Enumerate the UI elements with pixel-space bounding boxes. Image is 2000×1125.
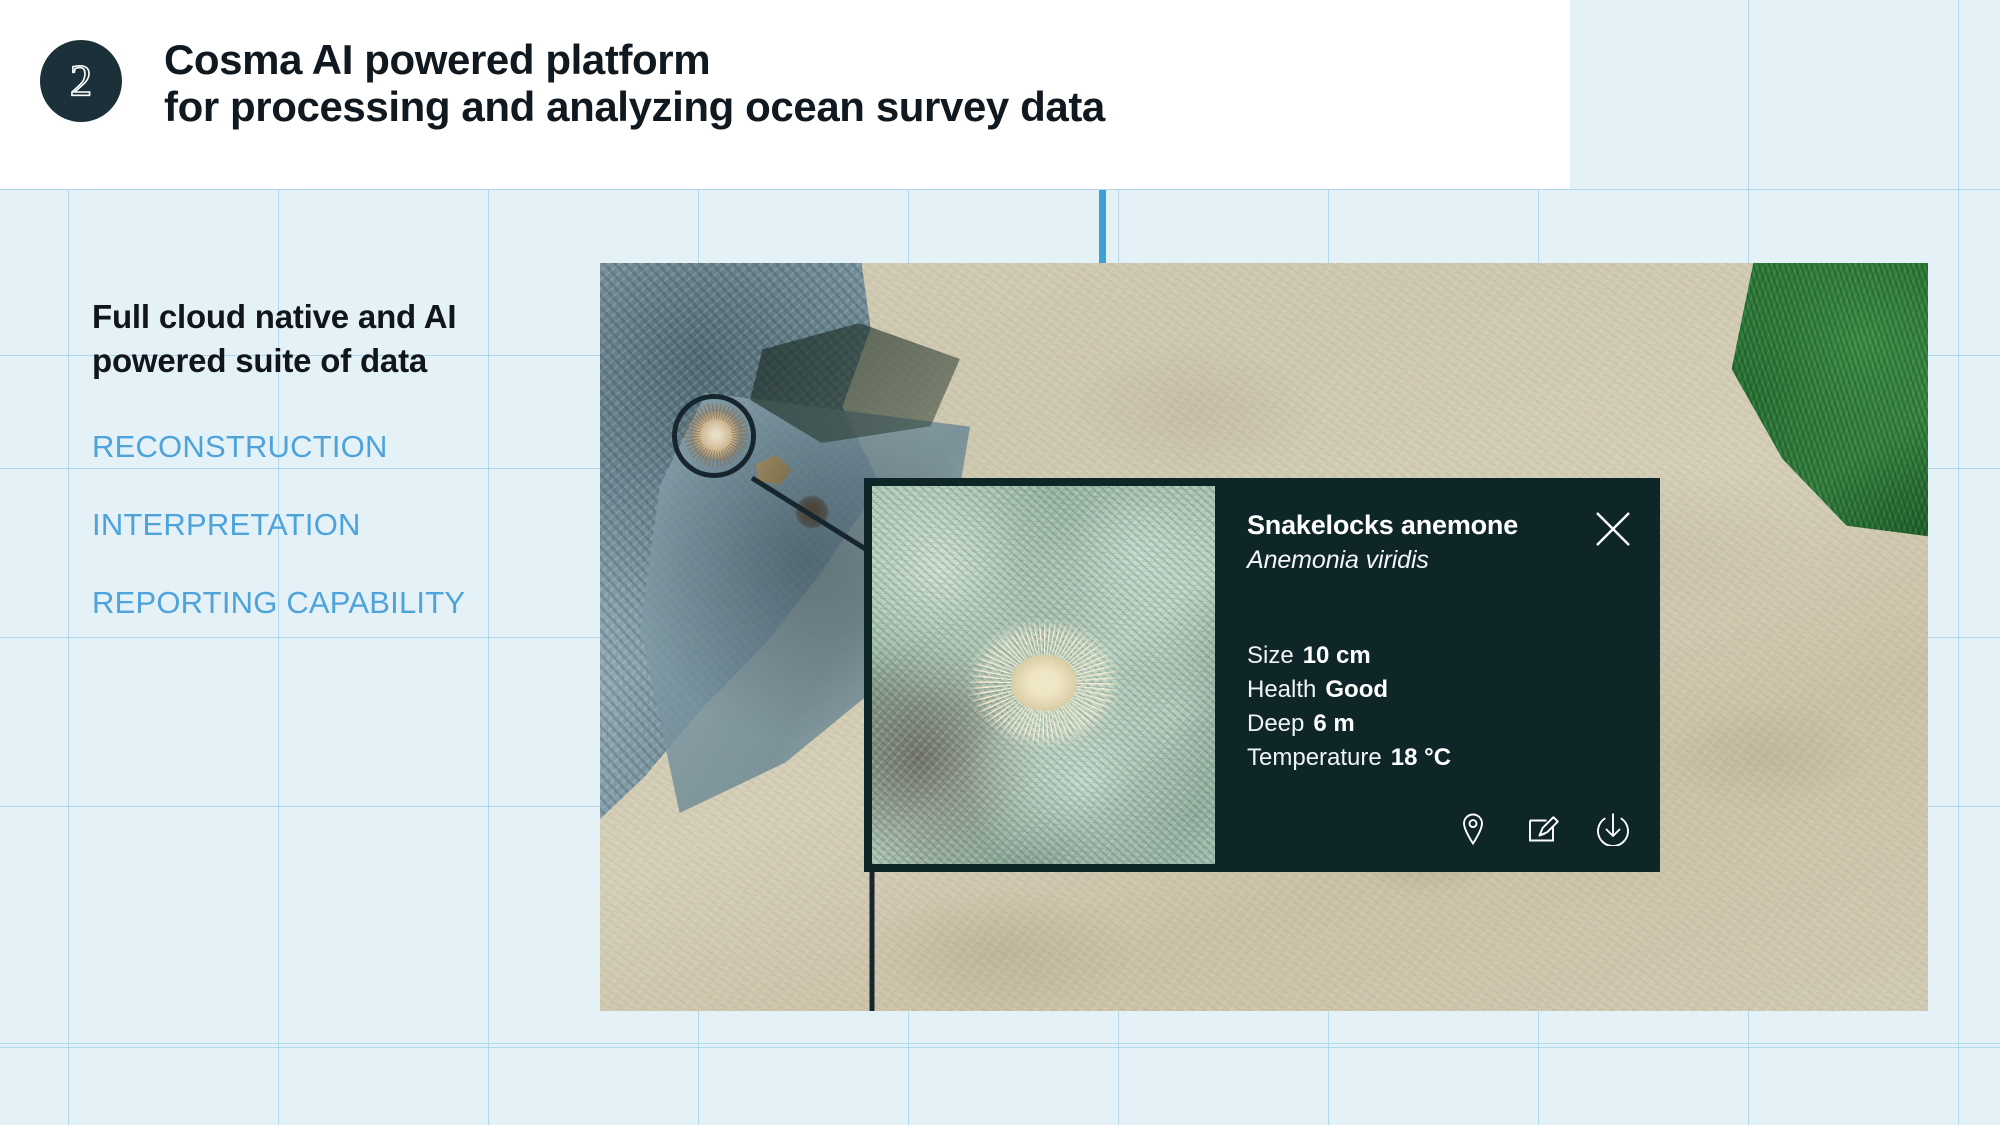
attribute-label: Temperature (1247, 744, 1382, 772)
species-info-card[interactable]: Snakelocks anemone Anemonia viridis Size… (864, 478, 1660, 872)
capability-item-reconstruction[interactable]: RECONSTRUCTION (92, 431, 562, 462)
attribute-label: Deep (1247, 710, 1305, 738)
attribute-row: Size 10 cm (1247, 639, 1626, 673)
grid-line-vertical (1958, 0, 1959, 1125)
intro-paragraph: Full cloud native and AI powered suite o… (92, 298, 457, 379)
attribute-row: Temperature 18 °C (1247, 741, 1626, 775)
species-scientific-name: Anemonia viridis (1247, 546, 1429, 575)
attribute-value: 18 °C (1390, 744, 1452, 772)
anemone-closeup (955, 608, 1133, 758)
grid-line-horizontal (0, 189, 2000, 190)
attribute-value: 10 cm (1302, 642, 1371, 670)
attribute-label: Health (1247, 676, 1317, 704)
anemone-specimen-marker (690, 409, 742, 461)
header-panel: 2 Cosma AI powered platform for processi… (0, 0, 1570, 189)
page-title: Cosma AI powered platform for processing… (164, 36, 1105, 131)
species-attributes-list: Size 10 cm Health Good Deep 6 m Temperature… (1247, 639, 1626, 775)
grid-line-horizontal (0, 1047, 2000, 1048)
attribute-value: 6 m (1313, 710, 1355, 738)
attribute-row: Health Good (1247, 673, 1626, 707)
download-icon[interactable] (1596, 812, 1630, 847)
grid-line-horizontal (0, 1043, 2000, 1044)
accent-tick-mark (1099, 190, 1106, 263)
sea-urchin-secondary (795, 495, 829, 529)
close-icon[interactable] (1590, 506, 1636, 552)
species-common-name: Snakelocks anemone (1247, 510, 1519, 540)
attribute-row: Deep 6 m (1247, 707, 1626, 741)
step-number-label: 2 (69, 56, 93, 105)
left-copy-column: Full cloud native and AI powered suite o… (92, 295, 562, 618)
location-pin-icon[interactable] (1456, 812, 1490, 846)
species-thumbnail[interactable] (872, 486, 1215, 864)
step-number-badge: 2 (40, 40, 122, 122)
attribute-label: Size (1247, 642, 1294, 670)
species-card-body: Snakelocks anemone Anemonia viridis Size… (1215, 478, 1660, 872)
capability-item-interpretation[interactable]: INTERPRETATION (92, 509, 562, 540)
edit-icon[interactable] (1526, 812, 1560, 846)
card-action-bar (1456, 812, 1630, 847)
capability-item-reporting[interactable]: REPORTING CAPABILITY (92, 587, 562, 618)
attribute-value: Good (1325, 676, 1389, 704)
